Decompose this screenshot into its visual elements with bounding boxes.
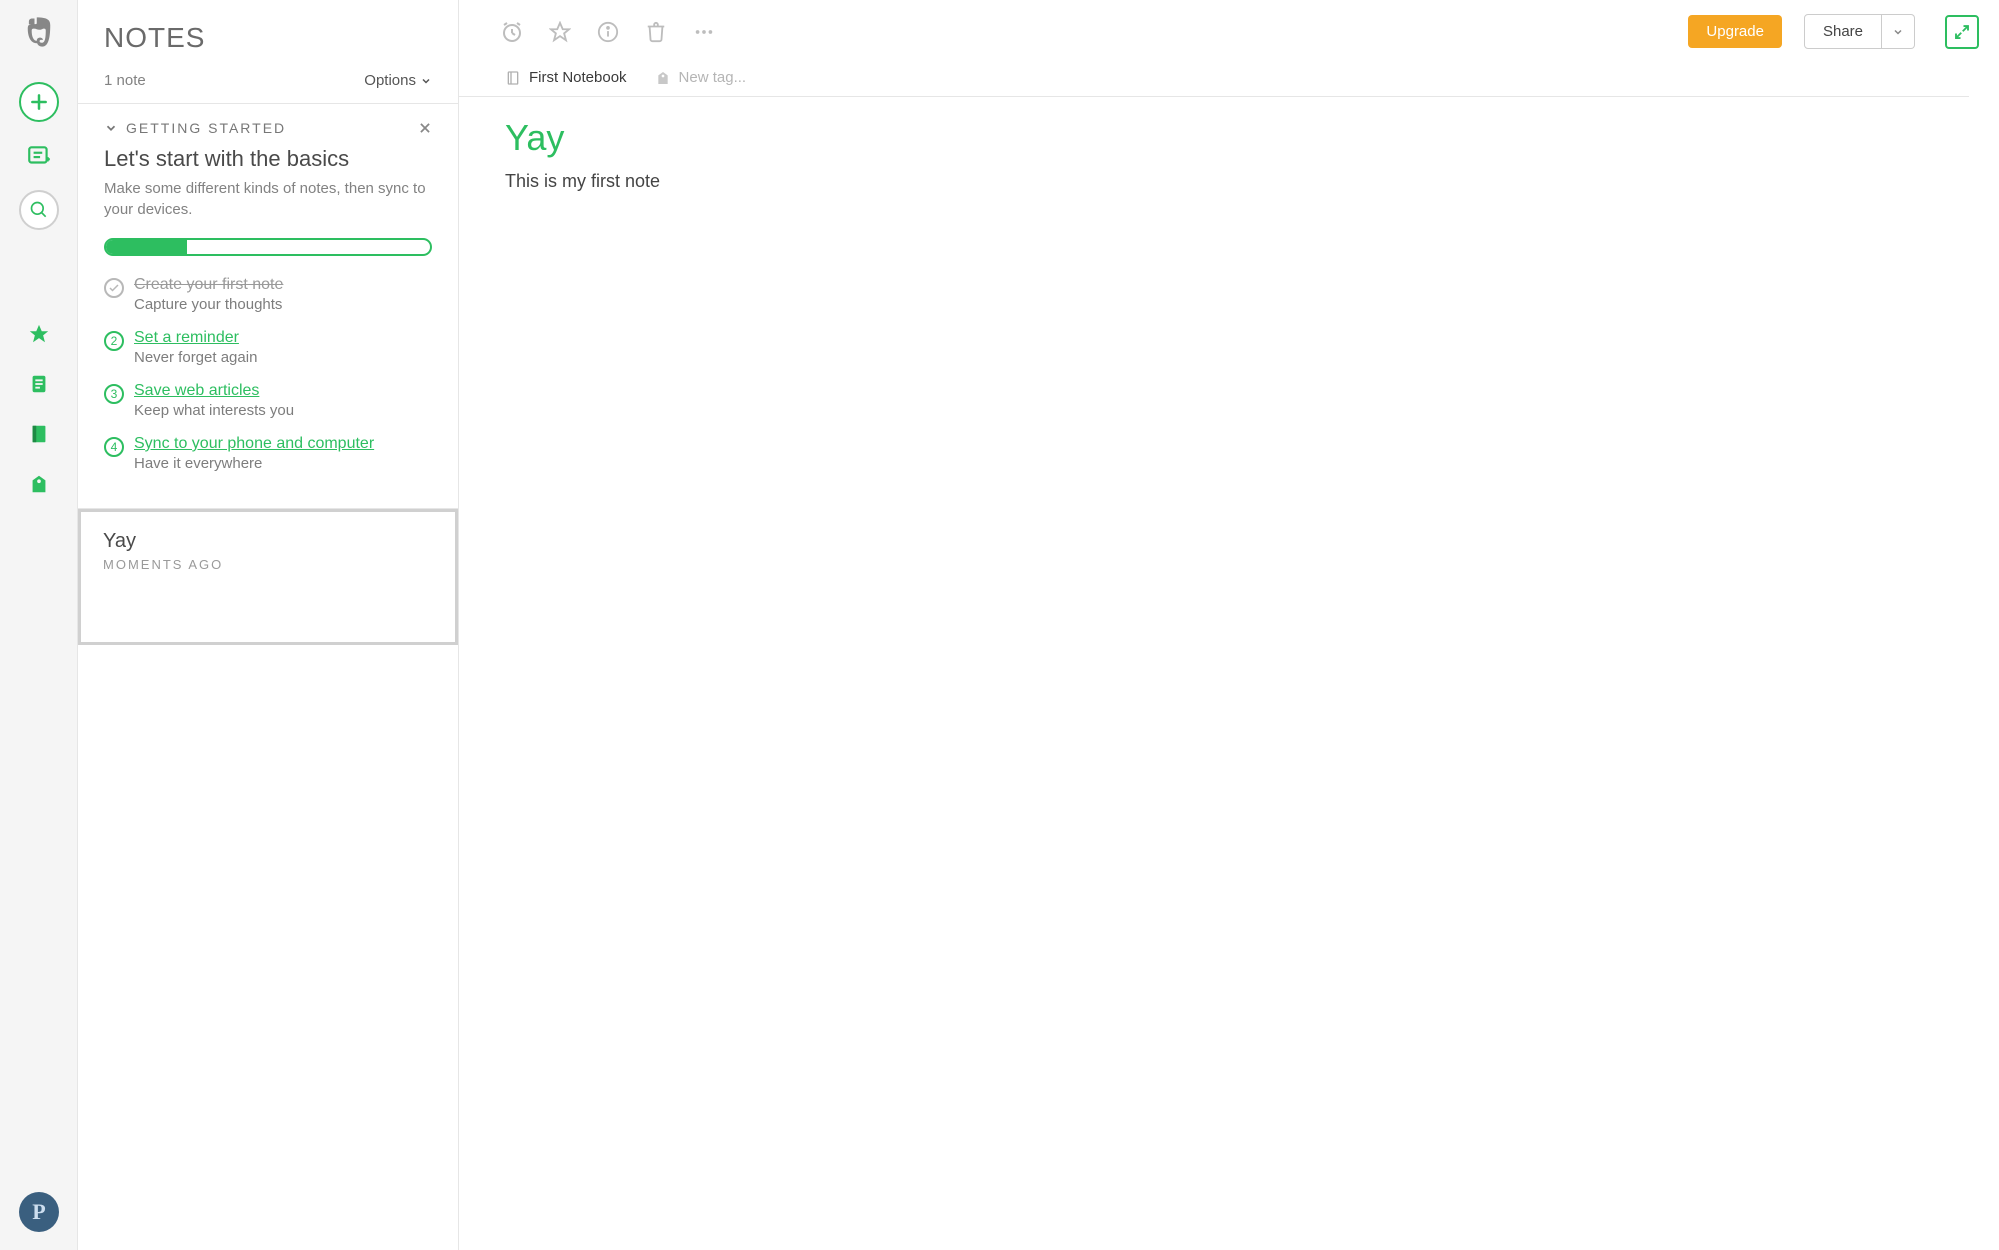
getting-started-header: GETTING STARTED (126, 120, 286, 136)
left-rail: P (0, 0, 78, 1250)
info-icon[interactable] (595, 19, 621, 45)
search-button[interactable] (19, 190, 59, 230)
task-title[interactable]: Save web articles (134, 382, 294, 400)
note-title-input[interactable]: Yay (505, 117, 1953, 159)
share-button[interactable]: Share (1804, 14, 1882, 49)
task-title[interactable]: Sync to your phone and computer (134, 435, 374, 453)
notebook-selector[interactable]: First Notebook (505, 69, 627, 86)
note-card-title: Yay (103, 530, 433, 553)
task-subtitle: Capture your thoughts (134, 296, 283, 313)
notes-icon[interactable] (19, 364, 59, 404)
shortcut-star-icon[interactable] (547, 19, 573, 45)
onboarding-task[interactable]: 3 Save web articles Keep what interests yo… (104, 382, 432, 419)
upgrade-button[interactable]: Upgrade (1688, 15, 1782, 48)
note-toolbar: Upgrade Share (459, 0, 1999, 55)
reminder-icon[interactable] (499, 19, 525, 45)
task-title[interactable]: Set a reminder (134, 329, 257, 347)
getting-started-panel: GETTING STARTED Let's start with the bas… (78, 104, 458, 509)
getting-started-description: Make some different kinds of notes, then… (104, 178, 432, 220)
getting-started-title: Let's start with the basics (104, 146, 432, 172)
progress-bar (104, 238, 432, 256)
note-card[interactable]: Yay MOMENTS AGO (78, 509, 458, 645)
onboarding-task[interactable]: 4 Sync to your phone and computer Have it … (104, 435, 432, 472)
new-tag-input[interactable]: New tag... (655, 69, 747, 86)
notebook-name: First Notebook (529, 69, 627, 86)
trash-icon[interactable] (643, 19, 669, 45)
note-meta: First Notebook New tag... (459, 55, 1969, 97)
check-icon (104, 278, 124, 298)
shortcuts-icon[interactable] (19, 314, 59, 354)
panel-title: NOTES (104, 22, 432, 54)
task-subtitle: Keep what interests you (134, 402, 294, 419)
tag-placeholder: New tag... (679, 69, 747, 86)
tags-icon[interactable] (19, 464, 59, 504)
expand-button[interactable] (1945, 15, 1979, 49)
note-body-input[interactable]: This is my first note (505, 171, 1953, 192)
note-list-panel: NOTES 1 note Options GETTING STARTED Let… (78, 0, 459, 1250)
onboarding-task: Create your first note Capture your thoug… (104, 276, 432, 313)
onboarding-task[interactable]: 2 Set a reminder Never forget again (104, 329, 432, 366)
step-number-icon: 2 (104, 331, 124, 351)
task-subtitle: Never forget again (134, 349, 257, 366)
new-chat-button[interactable] (19, 136, 59, 176)
note-card-time: MOMENTS AGO (103, 557, 433, 572)
notebooks-icon[interactable] (19, 414, 59, 454)
note-count: 1 note (104, 72, 146, 89)
avatar-initial: P (32, 1199, 45, 1225)
close-icon[interactable] (418, 121, 432, 135)
options-dropdown[interactable]: Options (364, 72, 432, 89)
editor-panel: Upgrade Share First Notebook New tag... … (459, 0, 1999, 1250)
step-number-icon: 3 (104, 384, 124, 404)
options-label: Options (364, 72, 416, 89)
step-number-icon: 4 (104, 437, 124, 457)
account-avatar[interactable]: P (19, 1192, 59, 1232)
share-dropdown-button[interactable] (1882, 14, 1915, 49)
task-title: Create your first note (134, 276, 283, 294)
evernote-logo-icon (21, 14, 57, 50)
new-note-button[interactable] (19, 82, 59, 122)
more-icon[interactable] (691, 19, 717, 45)
chevron-down-icon[interactable] (104, 121, 118, 135)
task-subtitle: Have it everywhere (134, 455, 374, 472)
